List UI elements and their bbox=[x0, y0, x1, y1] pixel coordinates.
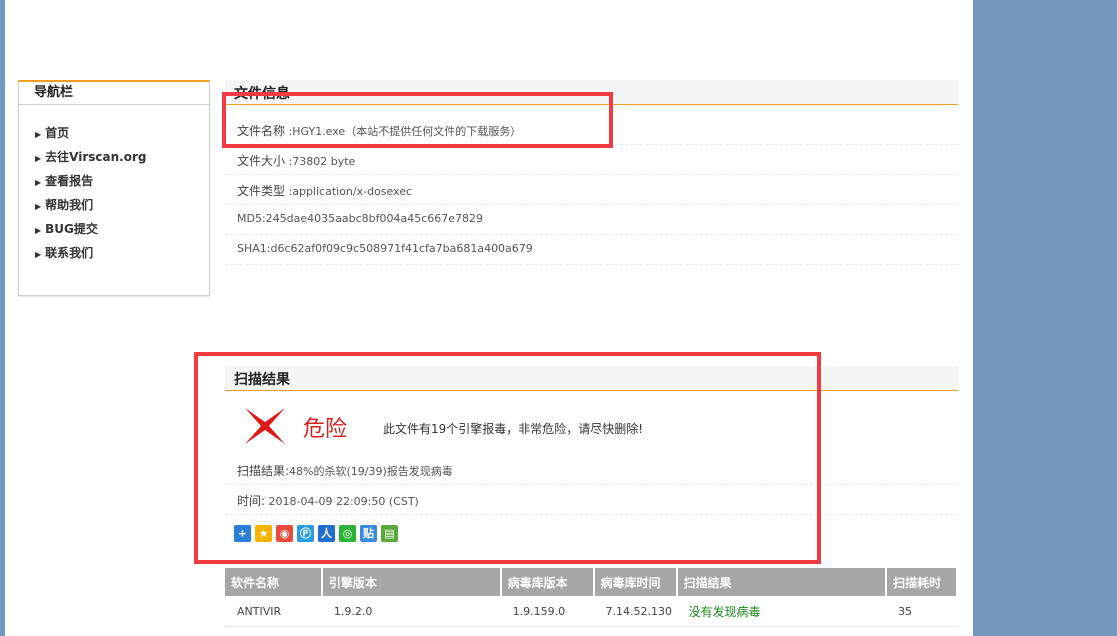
nav-item-bug[interactable]: ▶ BUG提交 bbox=[19, 217, 209, 241]
arrow-right-icon: ▶ bbox=[35, 178, 42, 187]
table-row: ANTIVIR 1.9.2.0 1.9.159.0 7.14.52.130 没有… bbox=[225, 596, 957, 627]
cell-duration: 35 bbox=[886, 596, 957, 627]
arrow-right-icon: ▶ bbox=[35, 202, 42, 211]
arrow-right-icon: ▶ bbox=[35, 154, 42, 163]
cell-software: ANTIVIR bbox=[225, 596, 322, 627]
col-header-duration: 扫描耗时 bbox=[886, 568, 958, 596]
sidebar-title: 导航栏 bbox=[19, 82, 209, 105]
nav-item-contact[interactable]: ▶ 联系我们 bbox=[19, 241, 209, 265]
col-header-engine: 引擎版本 bbox=[321, 568, 502, 596]
highlight-box-file-name bbox=[222, 92, 613, 148]
nav-item-home[interactable]: ▶ 首页 bbox=[19, 121, 209, 145]
file-type-label: 文件类型 bbox=[237, 184, 286, 198]
scan-results-table: 软件名称 引擎版本 病毒库版本 病毒库时间 扫描结果 扫描耗时 ANTIVIR … bbox=[225, 568, 958, 627]
md5-value: MD5:245dae4035aabc8bf004a45c667e7829 bbox=[237, 212, 484, 225]
cell-db-time: 7.14.52.130 bbox=[593, 596, 677, 627]
sha1-row: SHA1:d6c62af0f09c9c508971f41cfa7ba681a40… bbox=[225, 234, 958, 265]
highlight-box-scan-result bbox=[194, 352, 821, 564]
sha1-value: SHA1:d6c62af0f09c9c508971f41cfa7ba681a40… bbox=[237, 242, 533, 255]
col-header-db-version: 病毒库版本 bbox=[500, 568, 595, 596]
nav-item-report[interactable]: ▶ 查看报告 bbox=[19, 169, 209, 193]
sidebar-nav: 导航栏 ▶ 首页 ▶ 去往Virscan.org ▶ 查看报告 ▶ 帮助我们 ▶ BUG提… bbox=[18, 80, 210, 296]
file-size-value: :73802 byte bbox=[288, 155, 356, 168]
arrow-right-icon: ▶ bbox=[35, 130, 42, 139]
col-header-result: 扫描结果 bbox=[676, 568, 888, 596]
md5-row: MD5:245dae4035aabc8bf004a45c667e7829 bbox=[225, 204, 958, 235]
file-type-value: :application/x-dosexec bbox=[288, 185, 413, 198]
cell-engine: 1.9.2.0 bbox=[321, 596, 501, 627]
file-size-label: 文件大小 bbox=[237, 154, 286, 168]
file-size-row: 文件大小 :73802 byte bbox=[225, 144, 958, 175]
nav-list: ▶ 首页 ▶ 去往Virscan.org ▶ 查看报告 ▶ 帮助我们 ▶ BUG提交 ▶ 联… bbox=[19, 121, 209, 265]
cell-db-version: 1.9.159.0 bbox=[500, 596, 594, 627]
nav-item-help[interactable]: ▶ 帮助我们 bbox=[19, 193, 209, 217]
col-header-software: 软件名称 bbox=[225, 568, 323, 596]
table-header-row: 软件名称 引擎版本 病毒库版本 病毒库时间 扫描结果 扫描耗时 bbox=[225, 568, 958, 596]
arrow-right-icon: ▶ bbox=[35, 226, 42, 235]
col-header-db-time: 病毒库时间 bbox=[593, 568, 678, 596]
file-type-row: 文件类型 :application/x-dosexec bbox=[225, 174, 958, 205]
nav-item-virscan[interactable]: ▶ 去往Virscan.org bbox=[19, 145, 209, 169]
arrow-right-icon: ▶ bbox=[35, 250, 42, 259]
cell-result: 没有发现病毒 bbox=[676, 596, 887, 627]
